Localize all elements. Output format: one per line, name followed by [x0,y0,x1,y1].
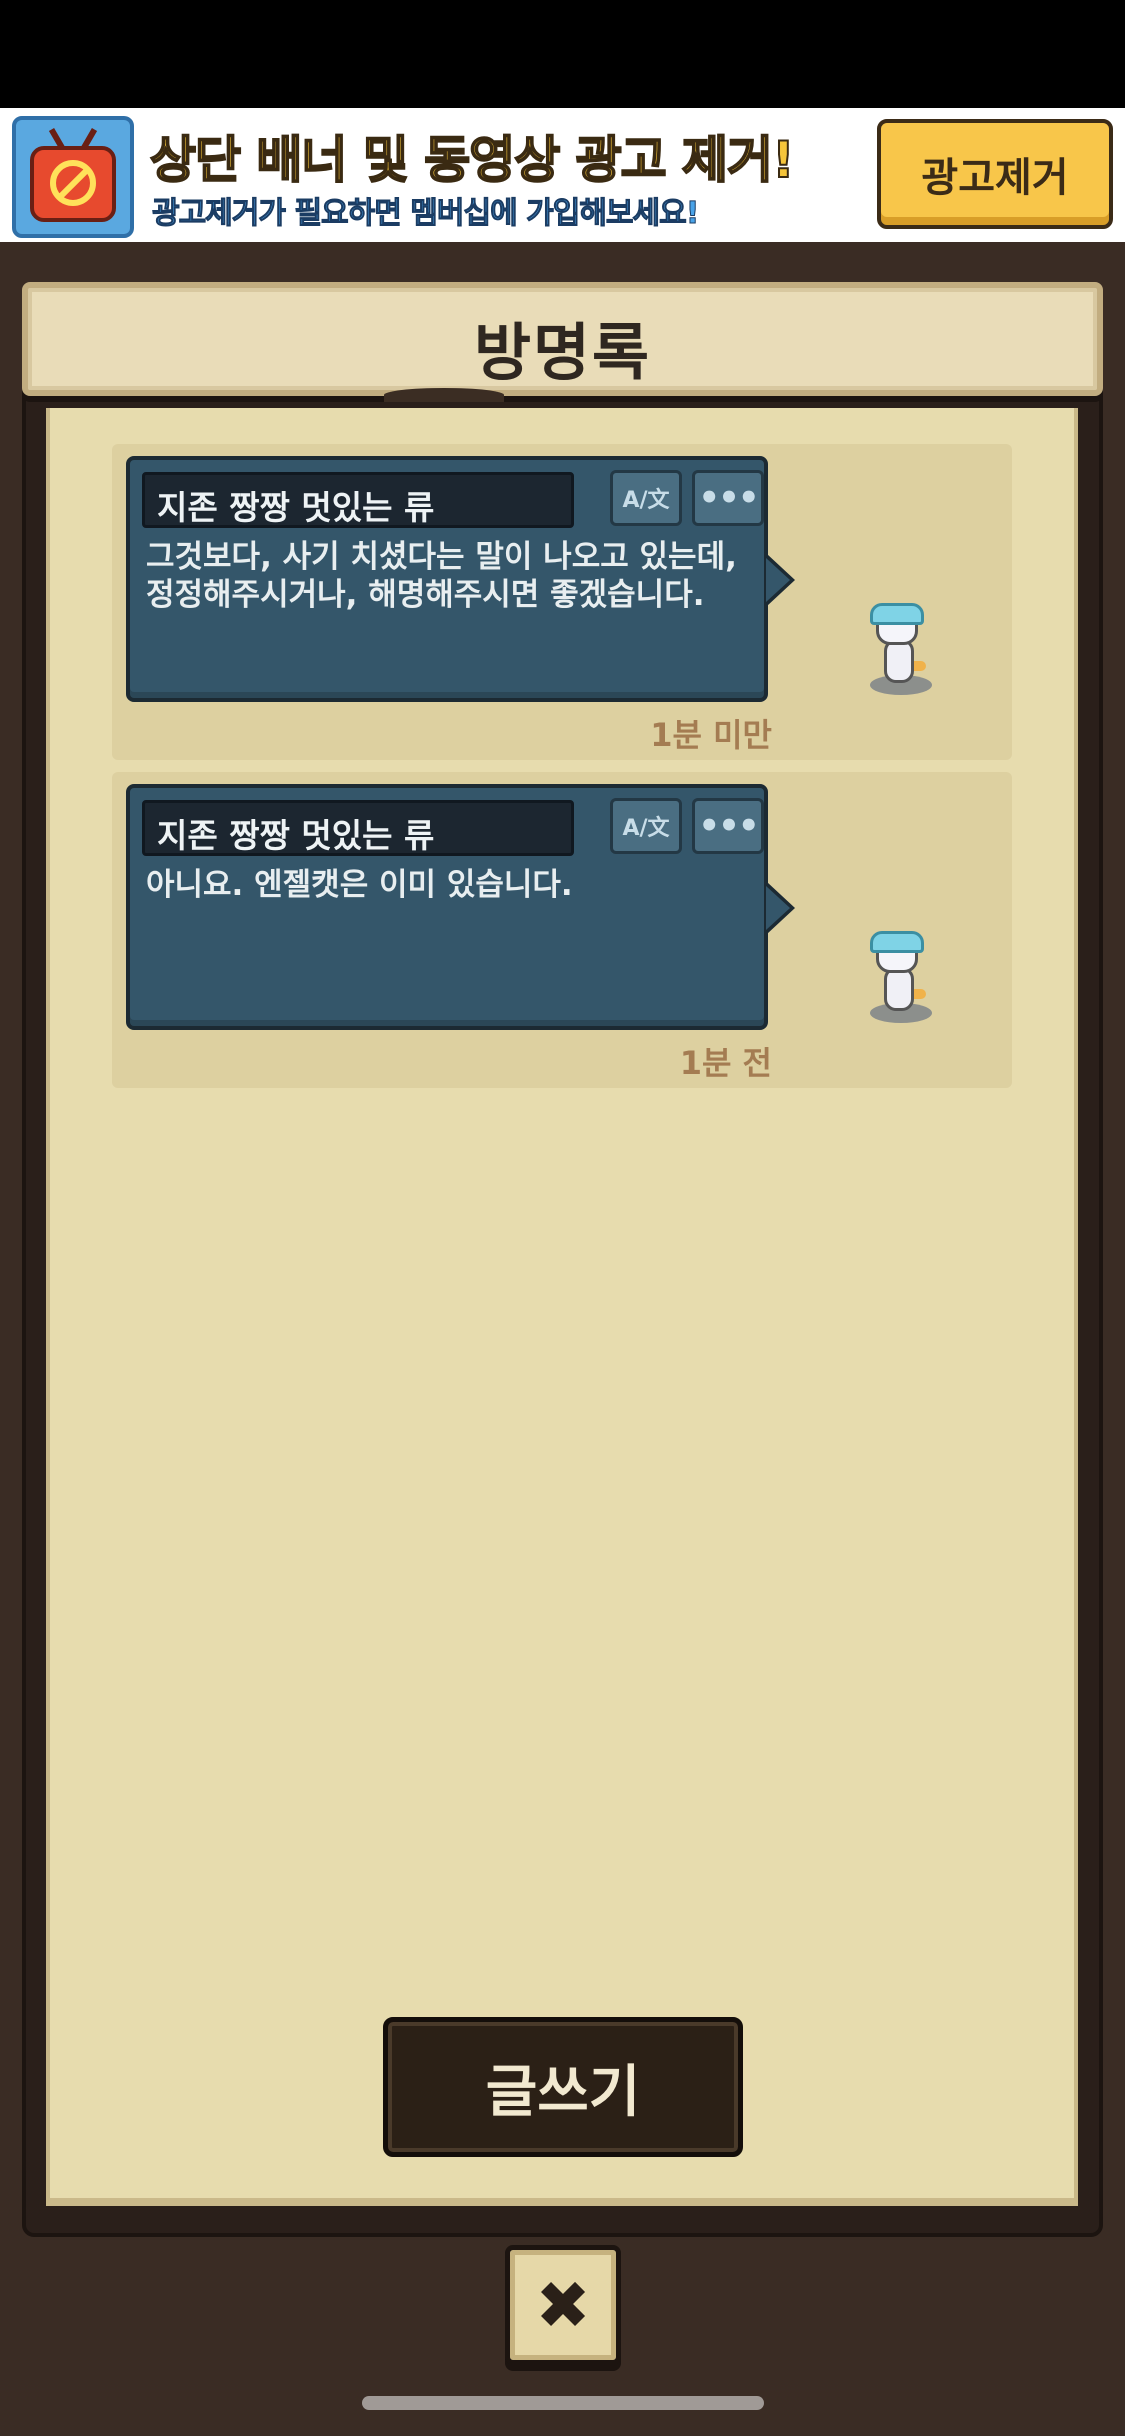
guestbook-entry: 지존 짱짱 멋있는 류 A/文 ••• 아니요. 엔젤캣은 이미 있습니다. 1… [112,772,1012,1088]
author-name[interactable]: 지존 짱짱 멋있는 류 [142,800,574,856]
message-bubble: 지존 짱짱 멋있는 류 A/文 ••• 그것보다, 사기 치셨다는 말이 나오고… [126,456,795,702]
author-name[interactable]: 지존 짱짱 멋있는 류 [142,472,574,528]
avatar[interactable] [864,931,936,1027]
translate-icon[interactable]: A/文 [610,798,682,854]
ad-title: 상단 배너 및 동영상 광고 제거! [149,130,796,190]
message-line: 아니요. 엔젤캣은 이미 있습니다. [146,867,573,903]
translate-icon[interactable]: A/文 [610,470,682,526]
write-button[interactable]: 글쓰기 [383,2017,743,2157]
timestamp: 1분 전 [679,1044,772,1082]
status-bar [0,0,1125,108]
message-text: 그것보다, 사기 치셨다는 말이 나오고 있는데, 정정해주시거나, 해명해주시… [146,538,746,614]
message-line: 정정해주시거나, 해명해주시면 좋겠습니다. [146,577,705,613]
message-line: 그것보다, 사기 치셨다는 말이 나오고 있는데, [146,539,737,575]
ad-subtitle: 광고제거가 필요하면 멤버십에 가입해보세요! [151,196,699,232]
more-options-icon[interactable]: ••• [692,798,764,854]
remove-ads-button[interactable]: 광고제거 [877,119,1113,229]
timestamp: 1분 미만 [650,716,772,754]
message-text: 아니요. 엔젤캣은 이미 있습니다. [146,866,746,904]
home-indicator[interactable] [362,2396,764,2410]
guestbook-entry: 지존 짱짱 멋있는 류 A/文 ••• 그것보다, 사기 치셨다는 말이 나오고… [112,444,1012,760]
no-ads-tv-icon [12,116,134,238]
ad-banner[interactable]: 상단 배너 및 동영상 광고 제거! 광고제거가 필요하면 멤버십에 가입해보세… [0,108,1125,242]
message-bubble: 지존 짱짱 멋있는 류 A/文 ••• 아니요. 엔젤캣은 이미 있습니다. [126,784,795,1030]
title-plate: 방명록 [22,282,1103,402]
page-title: 방명록 [473,316,652,389]
close-icon[interactable]: ✖ [505,2245,621,2365]
avatar[interactable] [864,603,936,699]
more-options-icon[interactable]: ••• [692,470,764,526]
